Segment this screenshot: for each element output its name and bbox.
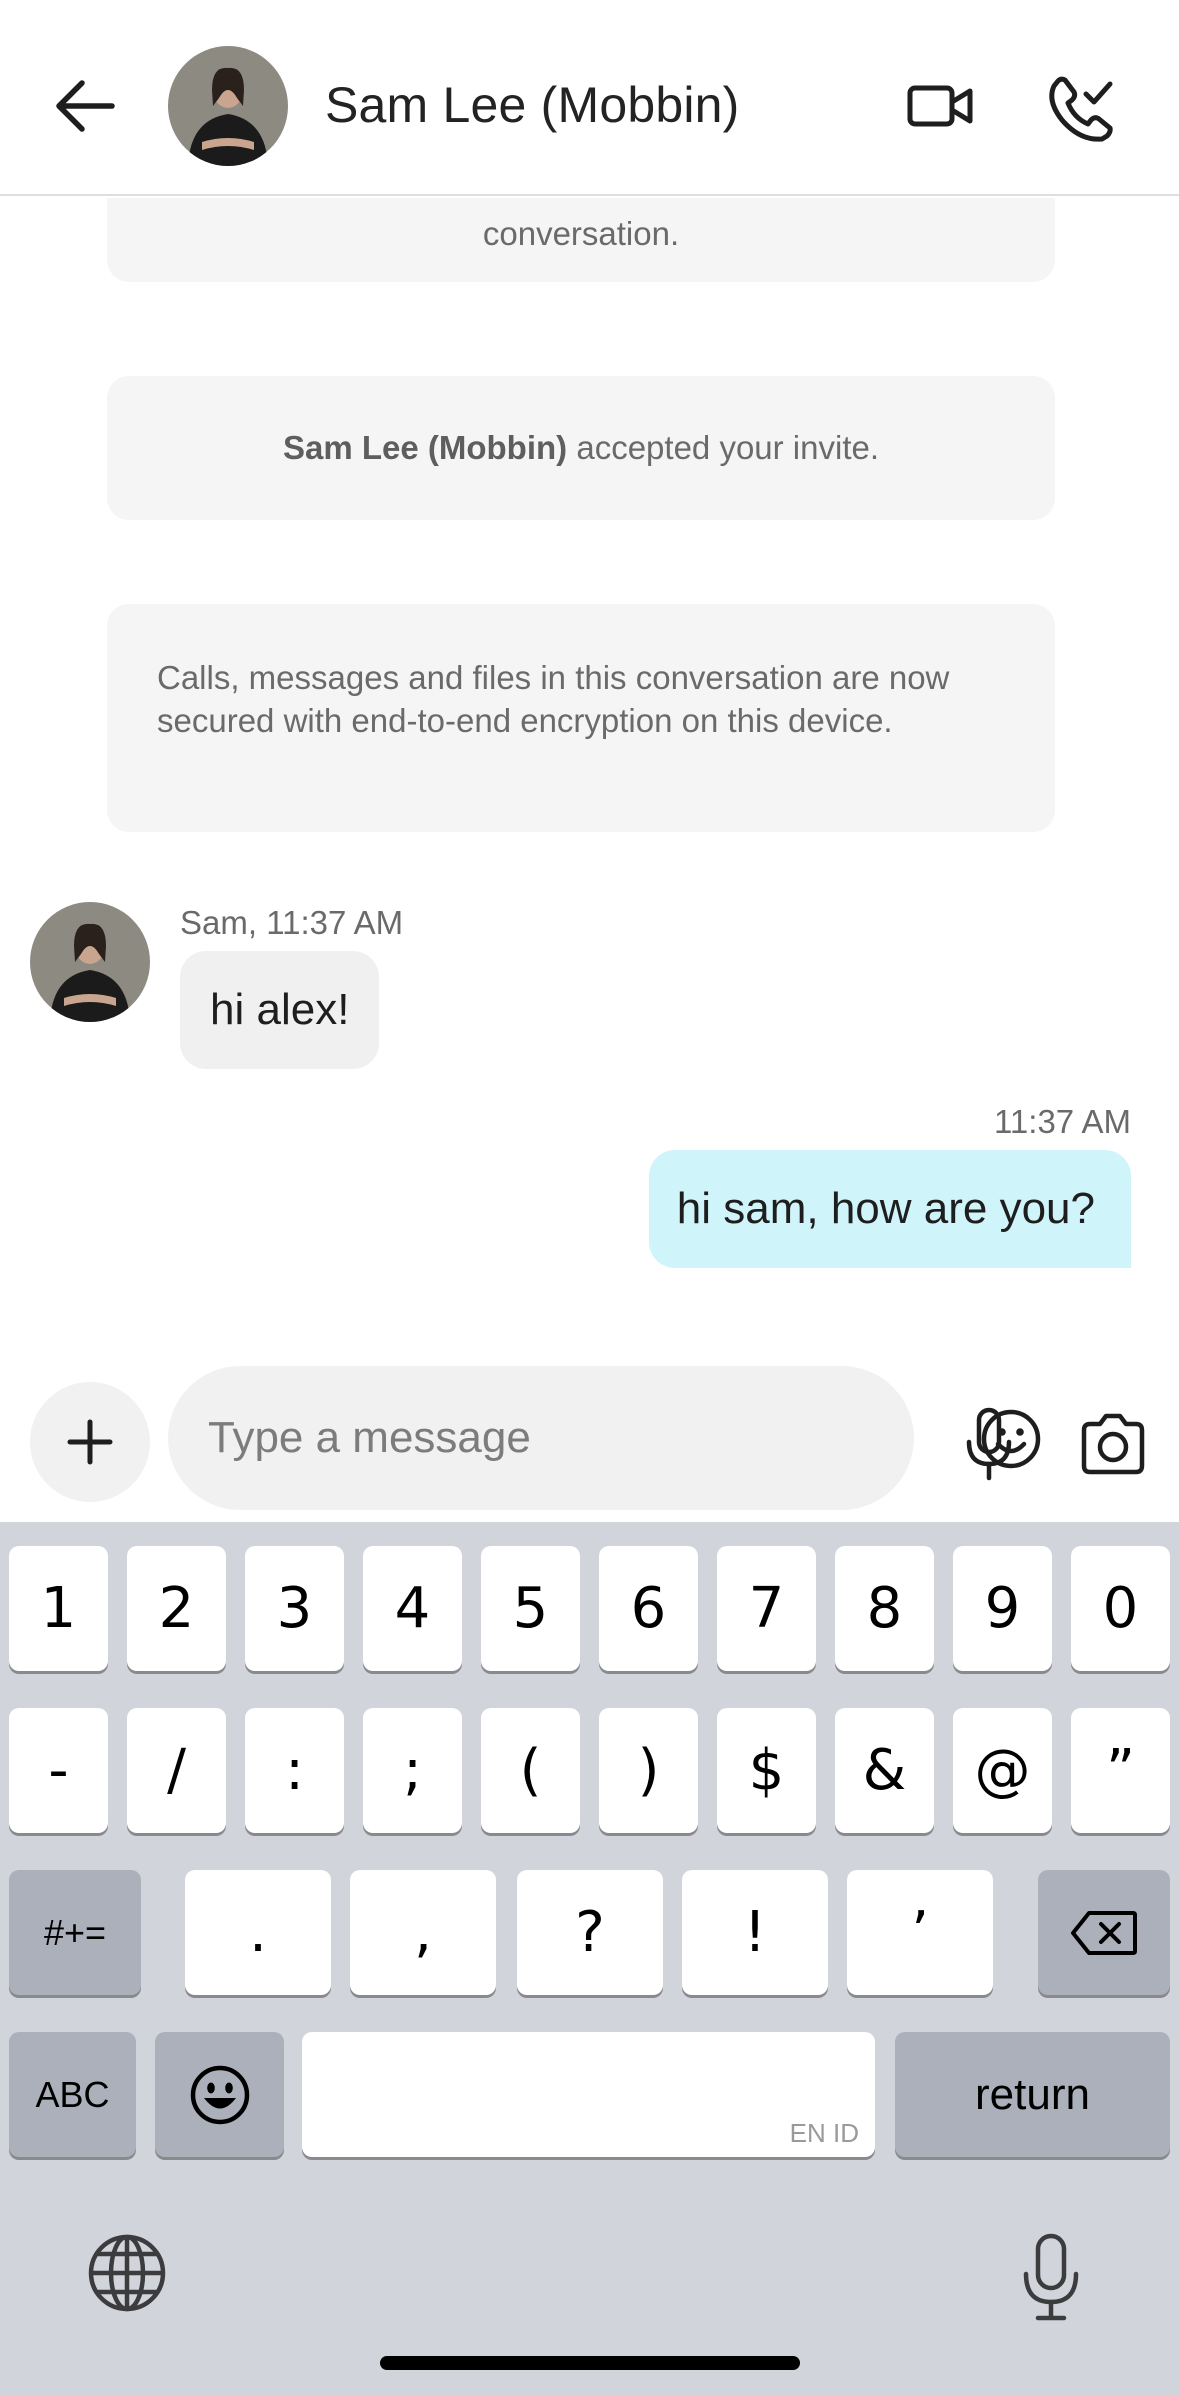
key-4[interactable]: 4 bbox=[363, 1546, 462, 1671]
chat-header: Sam Lee (Mobbin) bbox=[0, 0, 1179, 196]
dictation-microphone-icon[interactable] bbox=[1018, 2232, 1084, 2322]
key-5[interactable]: 5 bbox=[481, 1546, 580, 1671]
key-dollar[interactable]: $ bbox=[717, 1708, 816, 1833]
chat-screen: Sam Lee (Mobbin) conversation. Sam Lee (… bbox=[0, 0, 1179, 2396]
key-6[interactable]: 6 bbox=[599, 1546, 698, 1671]
key-2[interactable]: 2 bbox=[127, 1546, 226, 1671]
key-7[interactable]: 7 bbox=[717, 1546, 816, 1671]
key-at[interactable]: @ bbox=[953, 1708, 1052, 1833]
key-close-paren[interactable]: ) bbox=[599, 1708, 698, 1833]
key-slash[interactable]: / bbox=[127, 1708, 226, 1833]
message-list[interactable]: conversation. Sam Lee (Mobbin) accepted … bbox=[0, 198, 1179, 1328]
camera-icon[interactable] bbox=[1076, 1404, 1150, 1484]
invite-notice-text: accepted your invite. bbox=[567, 429, 880, 466]
key-abc[interactable]: ABC bbox=[9, 2032, 136, 2157]
phone-icon[interactable] bbox=[1040, 66, 1120, 146]
incoming-message-bubble[interactable]: hi alex! bbox=[180, 951, 380, 1069]
space-bar[interactable]: EN ID bbox=[302, 2032, 875, 2157]
key-9[interactable]: 9 bbox=[953, 1546, 1052, 1671]
avatar[interactable] bbox=[168, 46, 288, 166]
encryption-notice-text: Calls, messages and files in this conver… bbox=[157, 659, 950, 739]
message-composer bbox=[0, 1328, 1179, 1522]
key-period[interactable]: . bbox=[185, 1870, 331, 1995]
system-notice: conversation. bbox=[107, 198, 1055, 282]
key-hyphen[interactable]: - bbox=[9, 1708, 108, 1833]
system-notice-text: conversation. bbox=[482, 215, 680, 252]
delete-key[interactable] bbox=[1038, 1870, 1170, 1995]
emoji-keyboard-key[interactable] bbox=[155, 2032, 284, 2157]
key-1[interactable]: 1 bbox=[9, 1546, 108, 1671]
key-ampersand[interactable]: & bbox=[835, 1708, 934, 1833]
plus-icon bbox=[67, 1419, 113, 1465]
key-open-paren[interactable]: ( bbox=[481, 1708, 580, 1833]
backspace-icon bbox=[1071, 1910, 1137, 1955]
key-3[interactable]: 3 bbox=[245, 1546, 344, 1671]
sender-avatar[interactable] bbox=[30, 902, 150, 1022]
key-symbols[interactable]: #+= bbox=[9, 1870, 141, 1995]
invite-notice: Sam Lee (Mobbin) accepted your invite. bbox=[107, 376, 1055, 520]
microphone-icon[interactable] bbox=[954, 1404, 1024, 1484]
key-8[interactable]: 8 bbox=[835, 1546, 934, 1671]
video-camera-icon[interactable] bbox=[900, 66, 980, 146]
encryption-notice: Calls, messages and files in this conver… bbox=[107, 604, 1055, 832]
add-attachment-button[interactable] bbox=[30, 1382, 150, 1502]
contact-name[interactable]: Sam Lee (Mobbin) bbox=[325, 76, 740, 134]
keyboard-language-hint: EN ID bbox=[789, 2118, 859, 2148]
back-arrow-icon[interactable] bbox=[46, 66, 126, 146]
message-input[interactable] bbox=[208, 1396, 748, 1480]
key-quote[interactable]: ” bbox=[1071, 1708, 1170, 1833]
key-colon[interactable]: : bbox=[245, 1708, 344, 1833]
home-indicator[interactable] bbox=[380, 2356, 800, 2370]
on-screen-keyboard: 1 2 3 4 5 6 7 8 9 0 - / : ; ( ) $ & @ ” … bbox=[0, 1522, 1179, 2396]
invite-notice-name: Sam Lee (Mobbin) bbox=[282, 429, 568, 466]
message-timestamp: 11:37 AM bbox=[994, 1103, 1131, 1140]
emoji-icon bbox=[190, 2065, 249, 2124]
key-apostrophe[interactable]: ’ bbox=[847, 1870, 993, 1995]
message-meta: Sam, 11:37 AM bbox=[180, 904, 404, 941]
return-key[interactable]: return bbox=[895, 2032, 1170, 2157]
globe-icon[interactable] bbox=[86, 2232, 168, 2314]
key-exclamation[interactable]: ! bbox=[682, 1870, 828, 1995]
key-question[interactable]: ? bbox=[517, 1870, 663, 1995]
message-input-container bbox=[168, 1366, 1041, 1510]
key-semicolon[interactable]: ; bbox=[363, 1708, 462, 1833]
key-comma[interactable]: , bbox=[350, 1870, 496, 1995]
outgoing-message-bubble[interactable]: hi sam, how are you? bbox=[648, 1150, 1131, 1268]
key-0[interactable]: 0 bbox=[1071, 1546, 1170, 1671]
